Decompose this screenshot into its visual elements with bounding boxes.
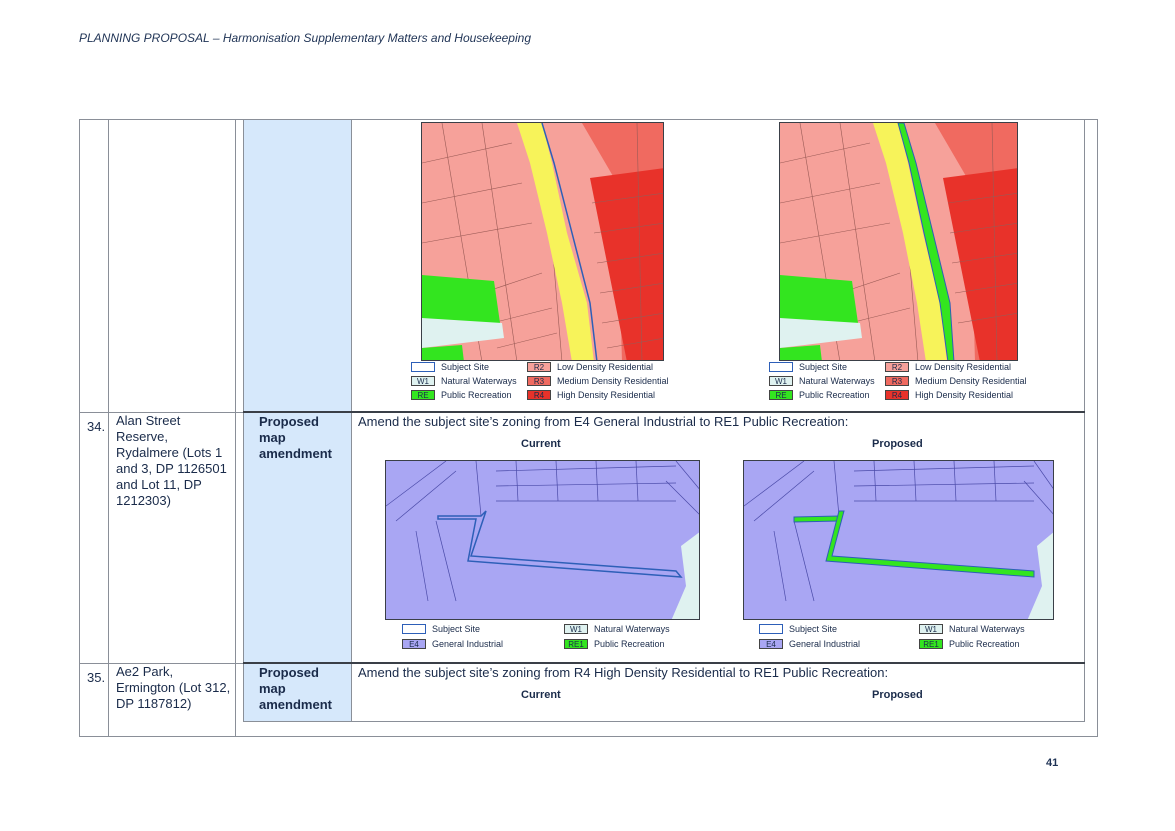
subject-site-swatch [769, 362, 793, 372]
legend-label: Medium Density Residential [915, 376, 1027, 386]
site-description: Alan Street Reserve, Rydalmere (Lots 1 a… [116, 413, 227, 508]
legend-label: Natural Waterways [949, 624, 1025, 634]
w1-swatch: W1 [919, 624, 943, 634]
legend-label: Subject Site [432, 624, 481, 634]
amendment-text: Amend the subject site’s zoning from R4 … [358, 665, 889, 680]
legend-label: High Density Residential [915, 390, 1014, 400]
r3-swatch: R3 [527, 376, 551, 386]
amendment-type: Proposed map amendment [259, 414, 332, 461]
row-number: 34. [87, 419, 106, 434]
legend-label: Natural Waterways [799, 376, 875, 386]
legend-label: Public Recreation [441, 390, 512, 400]
table-divider [108, 119, 109, 737]
row-separator [243, 411, 1085, 413]
re1-swatch: RE1 [919, 639, 943, 649]
legend-label: General Industrial [789, 639, 861, 649]
row-number: 35. [87, 670, 106, 685]
page-header: PLANNING PROPOSAL – Harmonisation Supple… [79, 31, 531, 45]
w1-swatch: W1 [411, 376, 435, 386]
subject-site-swatch [402, 624, 426, 634]
legend-label: Low Density Residential [557, 362, 654, 372]
amendment-type: Proposed map amendment [259, 665, 332, 712]
table-divider [235, 119, 236, 737]
legend-label: Public Recreation [799, 390, 870, 400]
current-label: Current [521, 438, 561, 450]
w1-swatch: W1 [564, 624, 588, 634]
legend-label: Medium Density Residential [557, 376, 669, 386]
r3-swatch: R3 [885, 376, 909, 386]
legend-label: High Density Residential [557, 390, 656, 400]
amendment-text: Amend the subject site’s zoning from E4 … [358, 414, 849, 429]
legend-label: Subject Site [441, 362, 490, 372]
proposed-zoning-map [743, 460, 1054, 620]
table-divider [351, 119, 352, 722]
e4-swatch: E4 [759, 639, 783, 649]
w1-swatch: W1 [769, 376, 793, 386]
proposed-label: Proposed [872, 438, 923, 450]
row-separator [243, 721, 1085, 722]
row-separator [243, 662, 1085, 664]
legend-label: Subject Site [789, 624, 838, 634]
current-zoning-map [421, 122, 664, 361]
page-number: 41 [1046, 757, 1059, 769]
subject-site-swatch [411, 362, 435, 372]
current-zoning-map [385, 460, 700, 620]
proposed-label: Proposed [872, 689, 923, 701]
re-swatch: RE [769, 390, 793, 400]
legend-label: General Industrial [432, 639, 504, 649]
e4-swatch: E4 [402, 639, 426, 649]
legend-label: Public Recreation [594, 639, 665, 649]
site-description: Ae2 Park, Ermington (Lot 312, DP 1187812… [116, 664, 231, 711]
table-divider [243, 119, 244, 722]
legend-label: Subject Site [799, 362, 848, 372]
legend-label: Low Density Residential [915, 362, 1012, 372]
legend-label: Natural Waterways [441, 376, 517, 386]
proposed-zoning-map [779, 122, 1018, 361]
subject-site-swatch [759, 624, 783, 634]
re1-swatch: RE1 [564, 639, 588, 649]
r4-swatch: R4 [885, 390, 909, 400]
r2-swatch: R2 [885, 362, 909, 372]
legend-label: Natural Waterways [594, 624, 670, 634]
current-label: Current [521, 689, 561, 701]
table-divider [1084, 119, 1085, 722]
legend-label: Public Recreation [949, 639, 1020, 649]
r2-swatch: R2 [527, 362, 551, 372]
re-swatch: RE [411, 390, 435, 400]
r4-swatch: R4 [527, 390, 551, 400]
